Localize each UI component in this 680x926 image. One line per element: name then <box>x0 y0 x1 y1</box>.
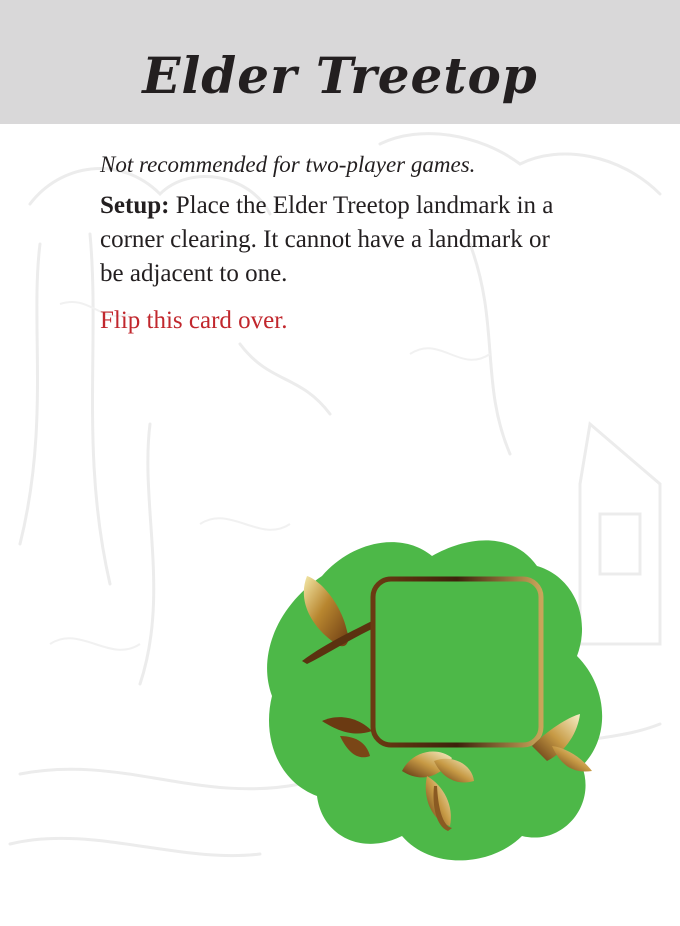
setup-rules: Setup: Place the Elder Treetop landmark … <box>100 189 570 291</box>
flip-instruction: Flip this card over. <box>100 307 288 334</box>
card-header: Elder Treetop <box>0 0 680 124</box>
player-count-note: Not recommended for two-player games. <box>100 152 476 177</box>
card-body: Not recommended for two-player games. Se… <box>100 152 570 335</box>
elder-treetop-clearing-icon <box>267 540 603 861</box>
setup-label: Setup: <box>100 192 170 219</box>
clearing-frame <box>370 576 544 748</box>
card-title: Elder Treetop <box>142 46 538 105</box>
